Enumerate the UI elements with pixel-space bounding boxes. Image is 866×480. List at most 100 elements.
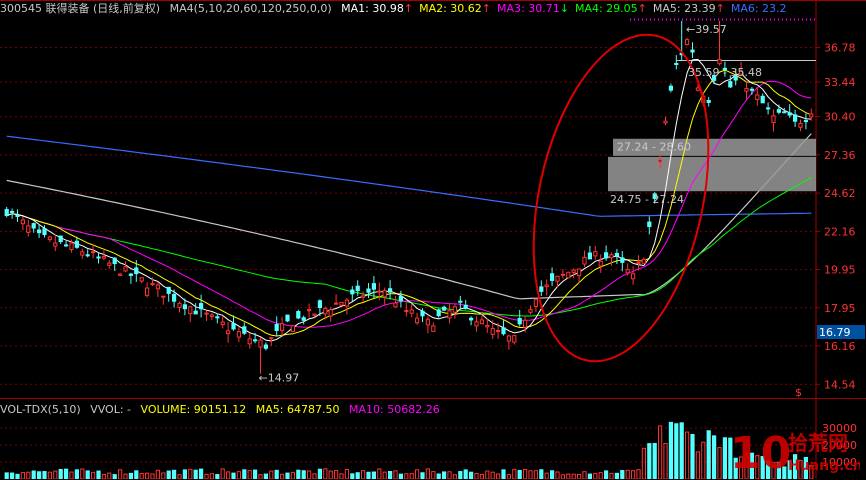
volume-bar bbox=[247, 470, 252, 479]
volume-bar bbox=[706, 430, 711, 479]
volume-bar bbox=[663, 442, 668, 479]
volume-bar bbox=[442, 471, 447, 479]
volume-bar bbox=[226, 471, 231, 479]
volume-bar bbox=[517, 469, 522, 479]
volume-bar bbox=[74, 469, 80, 479]
volume-bar bbox=[452, 474, 457, 479]
volume-bar bbox=[604, 470, 609, 479]
volume-bar bbox=[560, 474, 565, 479]
volume-bar bbox=[42, 471, 47, 479]
volume-bar bbox=[371, 471, 376, 479]
volume-bar bbox=[425, 468, 430, 479]
volume-bar bbox=[139, 472, 144, 479]
watermark-logo: 10 拾荒网 Huang.cn bbox=[730, 428, 863, 479]
ma-legend-3: MA3: 30.71↓ bbox=[497, 2, 569, 15]
volume-bar bbox=[172, 469, 177, 479]
volume-bar bbox=[280, 473, 285, 479]
volume-bar bbox=[571, 473, 576, 479]
volume-bar bbox=[204, 473, 209, 479]
volume-bar bbox=[312, 473, 317, 479]
volume-bar bbox=[134, 470, 139, 479]
volume-bar bbox=[242, 469, 247, 479]
volume-bar bbox=[674, 423, 679, 479]
volume-bar bbox=[26, 471, 31, 479]
volume-bar bbox=[609, 472, 614, 479]
volume-bar bbox=[582, 471, 587, 479]
volume-bar bbox=[215, 474, 220, 479]
volume-bar bbox=[685, 431, 690, 479]
volume-bar bbox=[236, 471, 242, 479]
volume-bar bbox=[317, 468, 322, 479]
volume-bar bbox=[263, 473, 268, 479]
zone3-label: 24.75 - 27.24 bbox=[610, 193, 684, 206]
zone2-label: 27.24 - 28.60 bbox=[617, 140, 691, 153]
volume-bar bbox=[339, 473, 344, 479]
volume-bar bbox=[668, 421, 673, 479]
volume-header: VOL-TDX(5,10) VVOL: - VOLUME: 90151.12 M… bbox=[0, 402, 446, 418]
price-tick-label: 33.44 bbox=[824, 76, 856, 89]
volume-bar bbox=[695, 451, 700, 479]
volume-bar bbox=[469, 471, 474, 479]
svg-text:拾荒网: 拾荒网 bbox=[788, 431, 848, 455]
volume-bar bbox=[155, 469, 161, 479]
price-tick-label: 22.16 bbox=[824, 225, 856, 238]
volume-bar bbox=[382, 471, 387, 479]
price-tick-label: 30.40 bbox=[824, 111, 856, 124]
high-annotation: ←39.57 bbox=[686, 23, 727, 36]
volume-bar bbox=[307, 470, 312, 479]
vvol-label: VVOL: - bbox=[90, 403, 132, 416]
volume-bar bbox=[614, 472, 619, 479]
volume-bar bbox=[496, 473, 501, 479]
volume-bar bbox=[231, 472, 236, 479]
volume-bar bbox=[361, 470, 366, 479]
volume-bar bbox=[415, 469, 420, 479]
candle bbox=[296, 309, 301, 320]
price-zone-zone3 bbox=[608, 156, 816, 192]
volume-bar bbox=[31, 470, 36, 479]
price-tick-label: 19.95 bbox=[824, 263, 856, 276]
volume-bar bbox=[722, 437, 727, 479]
volume-bar bbox=[501, 469, 506, 479]
volume-bar bbox=[128, 472, 134, 479]
volume-bar bbox=[641, 447, 646, 479]
volume-bar bbox=[112, 474, 117, 479]
volume-bar bbox=[334, 469, 339, 479]
svg-text:Huang.cn: Huang.cn bbox=[788, 458, 860, 474]
volume-bar bbox=[188, 468, 193, 479]
volume-bar bbox=[393, 470, 398, 479]
volume-bar bbox=[620, 470, 625, 479]
volume-bar bbox=[10, 472, 15, 479]
volume-bar bbox=[377, 468, 382, 479]
volume-bar bbox=[398, 473, 403, 479]
volume-bar bbox=[587, 473, 592, 479]
volume-bar bbox=[15, 473, 20, 479]
volume-bar bbox=[555, 471, 560, 479]
volume-bar bbox=[161, 472, 166, 479]
volume-bar bbox=[344, 468, 349, 479]
volume-bar bbox=[388, 470, 393, 479]
volume-bar bbox=[301, 470, 306, 479]
volume-bar bbox=[636, 469, 641, 479]
volume-value: VOLUME: 90151.12 bbox=[140, 403, 247, 416]
volume-bar bbox=[85, 470, 90, 479]
volume-bar bbox=[253, 469, 258, 479]
volume-bar bbox=[145, 472, 150, 479]
volume-bar bbox=[296, 469, 301, 479]
volume-bar bbox=[436, 473, 441, 479]
price-tick-label: 24.62 bbox=[824, 187, 856, 200]
ma-legend-1: MA1: 30.98↑ bbox=[341, 2, 414, 15]
volume-bar bbox=[366, 471, 371, 479]
candle bbox=[566, 271, 571, 279]
volume-bar bbox=[593, 472, 598, 479]
volume-bar bbox=[47, 471, 52, 479]
price-tick-label: 27.36 bbox=[824, 149, 856, 162]
volume-bar bbox=[539, 469, 544, 479]
volume-bar bbox=[4, 472, 9, 479]
ma-legend-6: MA6: 23.2 bbox=[730, 2, 787, 15]
volume-bar bbox=[182, 469, 188, 479]
vol-ma5: MA5: 64787.50 bbox=[255, 403, 340, 416]
volume-bar bbox=[523, 468, 528, 479]
price-tick-label: 16.16 bbox=[824, 340, 856, 353]
volume-bar bbox=[652, 443, 657, 479]
volume-bar bbox=[631, 470, 636, 479]
